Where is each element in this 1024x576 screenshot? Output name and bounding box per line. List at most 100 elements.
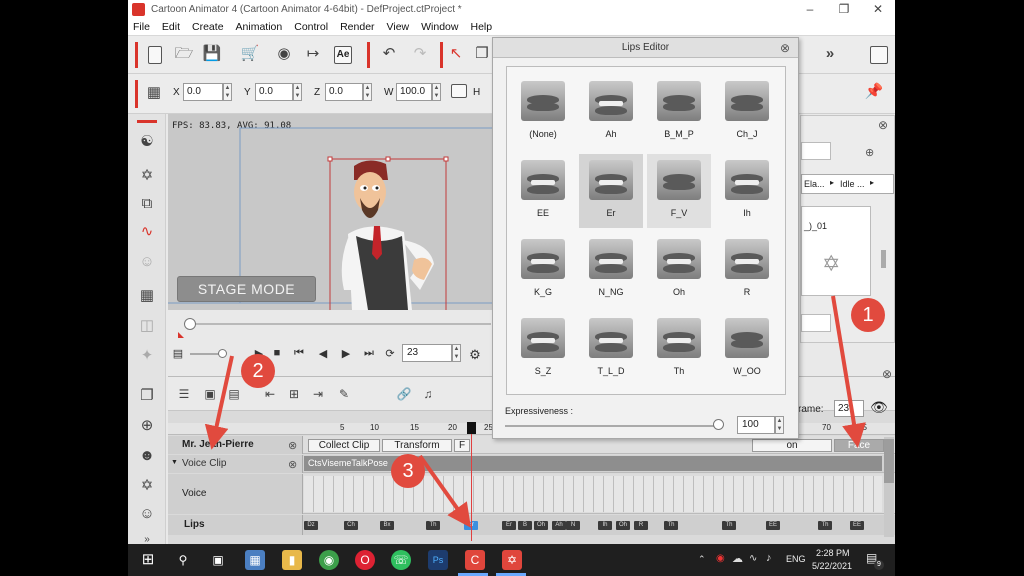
key-icon[interactable]: ▣ (200, 385, 220, 403)
prev-key-icon[interactable]: ⏮ (292, 347, 306, 360)
viseme-er[interactable]: Er (579, 154, 643, 228)
lip-key[interactable]: Th (818, 521, 832, 530)
face-icon[interactable]: ☺ (137, 252, 157, 272)
w-input[interactable]: 100.0 (396, 83, 432, 101)
dropdown-idle[interactable]: Idle ... (840, 179, 865, 189)
visibility-eye-icon[interactable]: 👁 (870, 399, 888, 416)
viseme-f-v[interactable]: F_V (647, 154, 711, 228)
time-slider[interactable] (185, 323, 491, 325)
viseme-ch-j[interactable]: Ch_J (715, 75, 779, 149)
transform-icon[interactable]: ⊕ (137, 416, 157, 436)
preview-icon[interactable]: ◉ (274, 45, 294, 63)
task-view-icon[interactable]: ▣ (208, 550, 228, 570)
playhead-handle[interactable] (467, 422, 476, 434)
lips-editor-close-icon[interactable]: ⊗ (780, 41, 790, 55)
voice-waveform[interactable] (304, 476, 882, 512)
export-icon[interactable]: ↦ (303, 45, 323, 63)
menu-render[interactable]: Render (340, 21, 374, 33)
viseme-ee[interactable]: EE (511, 154, 575, 228)
lip-key[interactable]: Er (502, 521, 516, 530)
track-list-icon[interactable]: ☰ (174, 385, 194, 403)
loop-icon[interactable]: ⟳ (383, 347, 397, 360)
tray-record-icon[interactable]: ◉ (716, 553, 725, 564)
viseme-t-l-d[interactable]: T_L_D (579, 312, 643, 386)
next-frame-icon[interactable]: ▶ (339, 347, 353, 360)
more-tools-icon[interactable]: » (820, 45, 840, 63)
viseme-k-g[interactable]: K_G (511, 233, 575, 307)
lip-key[interactable]: B (518, 521, 532, 530)
cartoon-animator-active-icon[interactable]: ✡ (502, 550, 522, 570)
new-file-icon[interactable] (148, 46, 162, 64)
lip-key[interactable]: R (634, 521, 648, 530)
expressiveness-spinner[interactable]: ▲ ▼ (775, 416, 784, 434)
link-icon[interactable]: 🔗 (394, 385, 414, 403)
lip-key[interactable]: Ih (598, 521, 612, 530)
actor-close-icon[interactable]: ⊗ (288, 439, 297, 452)
sprite-icon[interactable]: ◫ (137, 316, 157, 336)
viseme-ah[interactable]: Ah (579, 75, 643, 149)
chrome-icon[interactable]: ◉ (319, 550, 339, 570)
redo-icon[interactable]: ↷ (410, 45, 430, 63)
content-store-icon[interactable]: 🛒 (240, 45, 260, 63)
dropdown-arrow-icon[interactable]: ▸ (830, 178, 834, 187)
track-f[interactable]: F (454, 439, 470, 452)
dropdown-arrow-icon[interactable]: ▸ (870, 178, 874, 187)
lip-key[interactable]: Th (426, 521, 440, 530)
lip-key[interactable]: EE (766, 521, 780, 530)
lip-key[interactable]: Dz (304, 521, 318, 530)
layout-icon[interactable]: ▦ (137, 286, 157, 306)
prev-frame-icon[interactable]: ◀ (316, 347, 330, 360)
text-edit-icon[interactable]: Ae (334, 46, 352, 64)
frame-input[interactable]: 23 (402, 344, 452, 362)
track-transform[interactable]: Transform (382, 439, 452, 452)
menu-edit[interactable]: Edit (162, 21, 180, 33)
close-button[interactable]: ✕ (861, 0, 895, 18)
add-key-icon[interactable]: ⊞ (284, 385, 304, 403)
lip-key[interactable]: N (566, 521, 580, 530)
track-on[interactable]: on (752, 439, 832, 452)
panel-field-2[interactable] (801, 314, 831, 332)
lip-key[interactable]: Th (664, 521, 678, 530)
lip-key[interactable]: Oh (534, 521, 548, 530)
actor-name[interactable]: Mr. Jean-Pierre (168, 436, 303, 454)
duplicate-icon[interactable]: ❐ (472, 45, 492, 63)
grid-icon[interactable]: ▦ (144, 84, 164, 102)
file-explorer-icon[interactable]: ▮ (282, 550, 302, 570)
stage-viewport[interactable]: FPS: 83.83, AVG: 91.08 STAGE MODE (168, 114, 498, 310)
panel-scroll-thumb[interactable] (881, 250, 886, 268)
y-input[interactable]: 0.0 (255, 83, 293, 101)
script-icon[interactable] (870, 46, 888, 64)
clock-date[interactable]: 5/22/2021 (812, 561, 852, 571)
search-icon[interactable]: ⚲ (173, 550, 193, 570)
open-folder-icon[interactable]: 🗁 (174, 45, 194, 63)
cartoon-animator-icon[interactable]: C (465, 550, 485, 570)
panel-thumbnail[interactable]: _)_01 ✡ (801, 206, 871, 296)
menu-control[interactable]: Control (294, 21, 328, 33)
expressiveness-slider[interactable] (505, 425, 719, 427)
save-icon[interactable]: 💾 (202, 45, 222, 63)
lip-key[interactable]: Ah (552, 521, 566, 530)
next-key-icon[interactable]: ⏭ (362, 347, 376, 360)
panel-close-icon[interactable]: ⊗ (878, 118, 888, 132)
face-key-icon[interactable]: ☺ (137, 504, 157, 524)
volume-thumb[interactable] (218, 349, 227, 358)
lip-key[interactable]: Oh (616, 521, 630, 530)
music-icon[interactable]: ♫ (418, 385, 438, 403)
insert-key-icon[interactable]: ⇤ (260, 385, 280, 403)
undo-icon[interactable]: ↶ (379, 45, 399, 63)
photoshop-icon[interactable]: Ps (428, 550, 448, 570)
viseme-r[interactable]: R (715, 233, 779, 307)
lip-key[interactable]: Th (722, 521, 736, 530)
move-key-icon[interactable]: ⇥ (308, 385, 328, 403)
z-input[interactable]: 0.0 (325, 83, 363, 101)
timeline-frame-input[interactable]: 23 (834, 400, 864, 417)
menu-window[interactable]: Window (421, 21, 458, 33)
w-spinner[interactable]: ▲ ▼ (432, 83, 441, 101)
settings-gear-icon[interactable]: ⚙ (468, 347, 482, 363)
voice-clip-close-icon[interactable]: ⊗ (288, 458, 297, 471)
track-face[interactable]: Face (834, 439, 884, 452)
language-indicator[interactable]: ENG (786, 554, 806, 564)
bone-icon[interactable]: ✦ (137, 346, 157, 366)
time-slider-thumb[interactable] (184, 318, 196, 330)
voice-clip-label[interactable]: Voice Clip (168, 455, 303, 473)
